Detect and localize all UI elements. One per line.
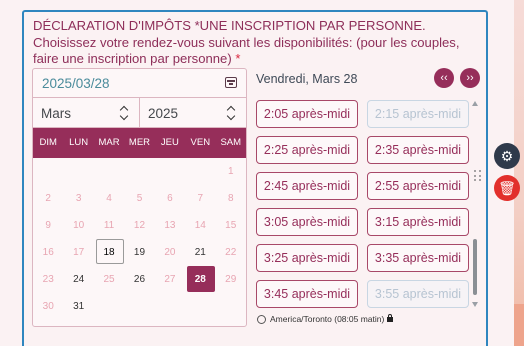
weekday-label: DIM bbox=[39, 137, 57, 148]
calendar-grid: 1 2 3 4 5 6 7 8 9 10 11 12 13 14 15 16 17 18 19 20 21 22 23 24 2… bbox=[33, 158, 246, 320]
calendar-day: 8 bbox=[227, 193, 234, 204]
year-stepper-icon[interactable] bbox=[226, 102, 238, 124]
calendar-day bbox=[63, 158, 93, 185]
scroll-down-icon[interactable] bbox=[472, 302, 478, 307]
calendar-day[interactable]: 26 bbox=[124, 266, 154, 293]
calendar-icon[interactable] bbox=[225, 77, 237, 88]
year-select[interactable]: 2025 bbox=[140, 98, 246, 128]
scroll-thumb[interactable] bbox=[473, 239, 477, 295]
calendar-day bbox=[155, 293, 185, 320]
calendar-day-selected[interactable]: 28 bbox=[185, 266, 216, 293]
calendar-week: 9 10 11 12 13 14 15 bbox=[33, 212, 246, 239]
calendar-day: 2 bbox=[45, 193, 51, 204]
calendar-day bbox=[33, 158, 63, 185]
calendar-day: 22 bbox=[225, 247, 237, 258]
date-picker: 2025/03/28 Mars 2025 DIM LUN MAR MER JEU VEN S… bbox=[32, 68, 247, 327]
calendar-week: 16 17 18 19 20 21 22 bbox=[33, 239, 246, 266]
required-marker: * bbox=[235, 51, 241, 66]
weekday-label: MAR bbox=[98, 137, 120, 148]
prev-day-icon[interactable]: ‹‹ bbox=[434, 68, 454, 88]
calendar-day: 23 bbox=[42, 274, 54, 285]
scroll-up-icon[interactable] bbox=[472, 101, 478, 106]
time-slot-button[interactable]: 3:35 après-midi bbox=[367, 244, 469, 272]
date-input[interactable]: 2025/03/28 bbox=[33, 69, 246, 98]
weekday-label: MER bbox=[128, 137, 151, 148]
calendar-day[interactable]: 31 bbox=[63, 293, 93, 320]
month-value: Mars bbox=[41, 106, 71, 121]
calendar-day bbox=[94, 158, 124, 185]
calendar-day bbox=[185, 158, 215, 185]
weekday-label: JEU bbox=[160, 137, 179, 148]
time-slot-button[interactable]: 2:55 après-midi bbox=[367, 172, 469, 200]
time-slot-button: 2:15 après-midi bbox=[367, 100, 469, 128]
weekday-label: VEN bbox=[190, 137, 211, 148]
calendar-day: 13 bbox=[164, 220, 176, 231]
weekday-header: DIM LUN MAR MER JEU VEN SAM bbox=[33, 128, 246, 158]
calendar-day: 17 bbox=[73, 247, 85, 258]
calendar-day: 10 bbox=[73, 220, 85, 231]
lock-icon bbox=[387, 314, 394, 322]
calendar-week: 2 3 4 5 6 7 8 bbox=[33, 185, 246, 212]
calendar-day: 27 bbox=[164, 274, 176, 285]
calendar-day: 20 bbox=[164, 247, 176, 258]
calendar-day[interactable]: 24 bbox=[63, 266, 93, 293]
edge-tag bbox=[514, 304, 524, 346]
calendar-day[interactable]: 21 bbox=[185, 239, 215, 266]
calendar-day bbox=[155, 158, 185, 185]
slot-scrollbar[interactable] bbox=[472, 101, 478, 307]
calendar-week: 30 31 bbox=[33, 293, 246, 320]
field-label: DÉCLARATION D'IMPÔTS *UNE INSCRIPTION PA… bbox=[33, 18, 460, 66]
time-slot-button[interactable]: 2:45 après-midi bbox=[256, 172, 358, 200]
calendar-day: 4 bbox=[106, 193, 112, 204]
timezone-note: America/Toronto (08:05 matin) bbox=[257, 314, 394, 324]
calendar-day[interactable]: 19 bbox=[124, 239, 154, 266]
weekday-label: LUN bbox=[69, 137, 89, 148]
trash-icon[interactable]: 🗑 bbox=[494, 175, 520, 201]
time-slot-button[interactable]: 2:25 après-midi bbox=[256, 136, 358, 164]
calendar-day: 29 bbox=[225, 274, 237, 285]
calendar-day: 12 bbox=[133, 220, 146, 231]
month-stepper-icon[interactable] bbox=[119, 102, 131, 124]
time-slot-button: 3:55 après-midi bbox=[367, 280, 469, 308]
next-day-icon[interactable]: ›› bbox=[460, 68, 480, 88]
calendar-day bbox=[94, 293, 124, 320]
clock-icon bbox=[257, 315, 266, 324]
calendar-day: 25 bbox=[103, 274, 115, 285]
time-slot-button[interactable]: 3:15 après-midi bbox=[367, 208, 469, 236]
calendar-day bbox=[124, 158, 154, 185]
calendar-day: 5 bbox=[136, 193, 143, 204]
month-select[interactable]: Mars bbox=[33, 98, 140, 128]
year-value: 2025 bbox=[148, 106, 179, 121]
calendar-day: 16 bbox=[42, 247, 54, 258]
time-slot-button[interactable]: 2:05 après-midi bbox=[256, 100, 358, 128]
calendar-day: 15 bbox=[225, 220, 237, 231]
timezone-text: America/Toronto (08:05 matin) bbox=[270, 314, 385, 324]
calendar-day: 14 bbox=[194, 220, 206, 231]
calendar-day-today: 18 bbox=[94, 239, 125, 266]
time-slot-button[interactable]: 3:45 après-midi bbox=[256, 280, 358, 308]
time-slot-button[interactable]: 2:35 après-midi bbox=[367, 136, 469, 164]
drag-handle-icon[interactable] bbox=[474, 170, 482, 182]
date-value: 2025/03/28 bbox=[42, 76, 110, 91]
gear-icon[interactable]: ⚙ bbox=[494, 143, 520, 169]
calendar-day bbox=[124, 293, 154, 320]
calendar-day bbox=[216, 293, 246, 320]
calendar-day: 1 bbox=[227, 166, 234, 177]
selected-day-title: Vendredi, Mars 28 bbox=[256, 72, 358, 86]
calendar-day bbox=[185, 293, 215, 320]
calendar-day: 3 bbox=[75, 193, 82, 204]
calendar-day: 9 bbox=[45, 220, 51, 231]
page-edge-strip bbox=[514, 0, 524, 346]
weekday-label: SAM bbox=[220, 137, 242, 148]
calendar-week: 1 bbox=[33, 158, 246, 185]
time-slot-button[interactable]: 3:25 après-midi bbox=[256, 244, 358, 272]
calendar-day: 30 bbox=[42, 301, 54, 312]
calendar-day: 6 bbox=[167, 193, 173, 204]
time-slot-button[interactable]: 3:05 après-midi bbox=[256, 208, 358, 236]
calendar-day: 11 bbox=[103, 220, 115, 231]
calendar-day: 7 bbox=[197, 193, 204, 204]
calendar-week: 23 24 25 26 27 28 29 bbox=[33, 266, 246, 293]
